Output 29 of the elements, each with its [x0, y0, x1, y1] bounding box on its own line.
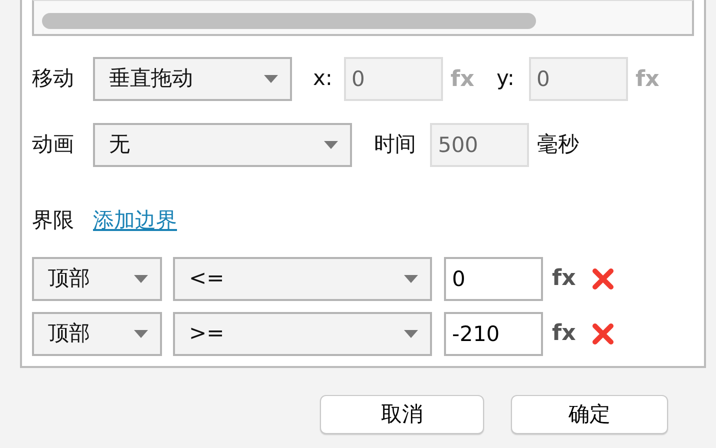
caret-icon: [264, 75, 278, 83]
field-label: y:: [496, 65, 514, 92]
delete-icon[interactable]: [592, 268, 614, 290]
caret-icon: [404, 274, 418, 282]
dropdown[interactable]: >=: [173, 312, 432, 356]
field-label: 时间: [374, 131, 416, 158]
fx-label[interactable]: fx: [552, 262, 576, 295]
input-field[interactable]: -210: [444, 312, 543, 356]
delete-icon[interactable]: [592, 322, 614, 344]
caret-icon: [134, 330, 148, 338]
fx-label[interactable]: fx: [552, 317, 576, 350]
dropdown[interactable]: 无: [93, 123, 352, 167]
cancel-button[interactable]: 取消: [320, 395, 484, 434]
caret-icon: [324, 141, 338, 149]
dropdown[interactable]: <=: [173, 256, 432, 300]
add-boundary-link[interactable]: 添加边界: [93, 205, 177, 236]
caret-icon: [404, 330, 418, 338]
input-field[interactable]: 0: [444, 256, 543, 300]
field-label: 移动: [32, 65, 75, 92]
confirm-button[interactable]: 确定: [511, 395, 668, 434]
caret-icon: [134, 274, 148, 282]
dropdown[interactable]: 顶部: [32, 312, 162, 356]
dropdown[interactable]: 垂直拖动: [93, 57, 292, 101]
field-label: 动画: [32, 131, 75, 158]
scrollbar-thumb[interactable]: [42, 13, 536, 29]
field-label: x:: [313, 65, 333, 92]
dropdown[interactable]: 顶部: [32, 256, 162, 300]
unit-label: 毫秒: [537, 131, 579, 158]
field-label: 界限: [32, 207, 75, 234]
